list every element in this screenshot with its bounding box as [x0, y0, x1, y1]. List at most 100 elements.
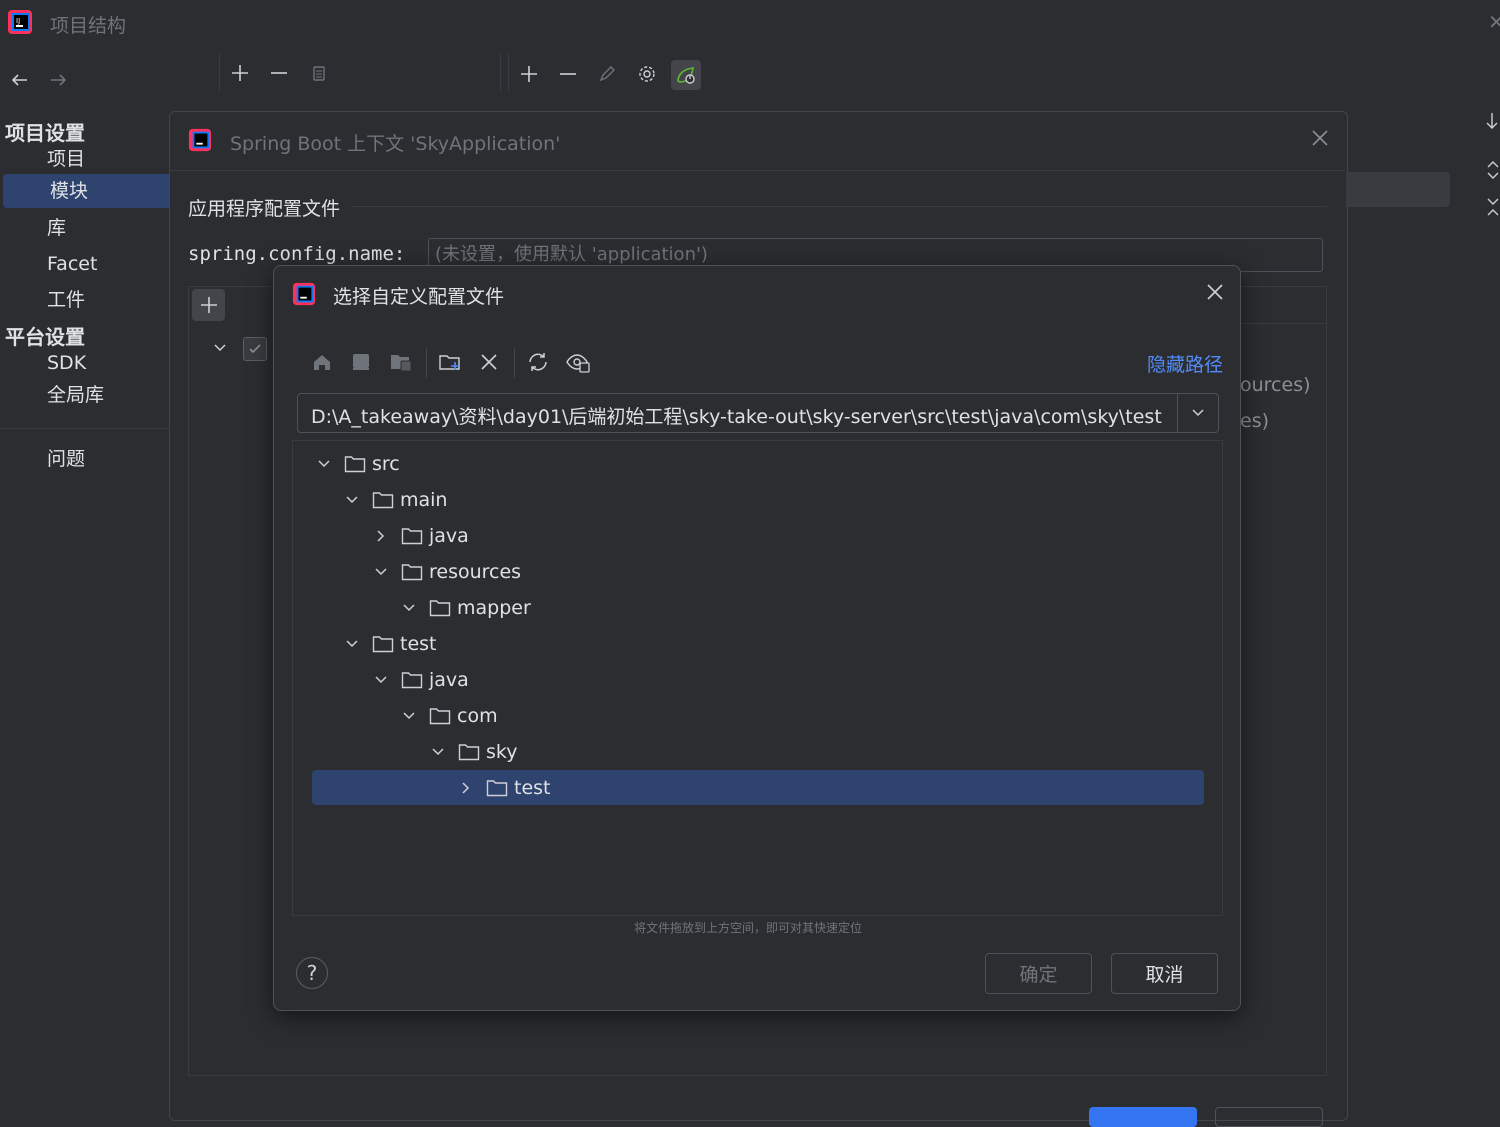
sidebar-item-project[interactable]: 项目	[0, 142, 170, 176]
background-text: ources)	[1240, 374, 1311, 396]
tree-node-test[interactable]: test	[344, 627, 437, 661]
toolbar-separator	[514, 348, 515, 378]
tree-node-label: java	[429, 525, 469, 547]
close-icon[interactable]	[1310, 128, 1330, 148]
sidebar-item-global-libraries[interactable]: 全局库	[0, 378, 170, 412]
chevron-right-icon[interactable]	[373, 528, 389, 544]
chevron-down-icon[interactable]	[430, 744, 446, 760]
title-bar	[0, 0, 1500, 54]
section-title: 应用程序配置文件	[188, 198, 341, 220]
sidebar-item-problems[interactable]: 问题	[0, 442, 170, 476]
chevron-down-icon[interactable]	[401, 600, 417, 616]
add-icon[interactable]	[515, 60, 543, 88]
path-divider	[1177, 394, 1178, 432]
help-button[interactable]: ?	[296, 957, 328, 989]
toolbar-separator	[426, 348, 427, 378]
tree-node-label: com	[457, 705, 498, 727]
cancel-button[interactable]	[1215, 1107, 1323, 1127]
tree-node-label: src	[372, 453, 400, 475]
forward-arrow-icon[interactable]	[48, 70, 68, 90]
intellij-logo-icon	[292, 282, 316, 306]
chevron-down-icon[interactable]	[212, 340, 228, 356]
tree-node-test-selected[interactable]: test	[458, 771, 551, 805]
chevron-down-icon[interactable]	[373, 672, 389, 688]
tree-node-label: java	[429, 669, 469, 691]
chevron-down-icon[interactable]	[316, 456, 332, 472]
delete-icon[interactable]	[478, 351, 500, 373]
ok-button[interactable]	[1089, 1107, 1197, 1127]
folder-icon	[401, 527, 423, 545]
cancel-button[interactable]: 取消	[1111, 953, 1218, 994]
tree-node-com[interactable]: com	[401, 699, 498, 733]
desktop-icon[interactable]	[350, 351, 372, 373]
sort-icon[interactable]	[1484, 111, 1500, 131]
background-selected-row	[1346, 172, 1450, 207]
add-icon[interactable]	[226, 59, 254, 87]
tree-node-label: main	[400, 489, 448, 511]
tree-node-main[interactable]: main	[344, 483, 447, 517]
intellij-logo-icon	[188, 128, 212, 152]
panel-divider	[1240, 323, 1327, 324]
refresh-icon[interactable]	[526, 351, 550, 373]
new-folder-icon[interactable]	[438, 351, 462, 373]
folder-icon	[458, 743, 480, 761]
sidebar-item-sdks[interactable]: SDK	[0, 346, 170, 380]
home-icon[interactable]	[311, 351, 333, 373]
config-name-label: spring.config.name:	[188, 243, 406, 265]
tree-node-label: resources	[429, 561, 522, 583]
window-close-icon[interactable]: ✕	[1488, 10, 1500, 34]
tree-node-sky[interactable]: sky	[430, 735, 517, 769]
folder-icon	[344, 455, 366, 473]
tree-node-label: test	[514, 777, 551, 799]
sidebar-item-artifacts[interactable]: 工件	[0, 283, 170, 317]
background-text: es)	[1240, 410, 1270, 432]
show-hidden-icon[interactable]	[565, 351, 591, 373]
spring-boot-icon[interactable]	[671, 60, 701, 90]
remove-icon[interactable]	[265, 59, 293, 87]
remove-icon[interactable]	[554, 60, 582, 88]
sidebar-item-facets[interactable]: Facet	[0, 247, 170, 281]
chevron-down-icon[interactable]	[373, 564, 389, 580]
file-chooser-title: 选择自定义配置文件	[333, 286, 505, 308]
chevron-down-icon[interactable]	[401, 708, 417, 724]
chevron-right-icon[interactable]	[458, 780, 474, 796]
back-arrow-icon[interactable]	[10, 70, 30, 90]
tree-selection-highlight	[312, 770, 1204, 805]
tree-node-src[interactable]: src	[316, 447, 400, 481]
expand-all-icon[interactable]	[1486, 159, 1500, 181]
close-icon[interactable]	[1205, 282, 1225, 302]
tree-node-java[interactable]: java	[373, 663, 469, 697]
project-folder-icon[interactable]	[389, 351, 413, 373]
intellij-logo-icon: IJ	[7, 9, 33, 35]
window-title: 项目结构	[50, 15, 127, 37]
dialog-divider	[170, 170, 1345, 171]
tree-node-resources[interactable]: resources	[373, 555, 521, 589]
tree-node-mapper[interactable]: mapper	[401, 591, 531, 625]
tree-node-label: sky	[486, 741, 518, 763]
collapse-all-icon[interactable]	[1486, 196, 1500, 218]
hide-path-link[interactable]: 隐藏路径	[1147, 350, 1223, 377]
folder-icon	[429, 707, 451, 725]
folder-icon	[486, 779, 508, 797]
chevron-down-icon[interactable]	[344, 492, 360, 508]
edit-pencil-icon[interactable]	[593, 60, 621, 88]
path-input[interactable]: D:\A_takeaway\资料\day01\后端初始工程\sky-take-o…	[311, 402, 1162, 429]
drop-hint: 将文件拖放到上方空间，即可对其快速定位	[634, 921, 863, 935]
add-config-file-button[interactable]	[192, 289, 225, 321]
folder-icon	[429, 599, 451, 617]
sidebar-item-modules[interactable]: 模块	[3, 174, 170, 208]
tree-node-java[interactable]: java	[373, 519, 469, 553]
ok-button[interactable]: 确定	[985, 953, 1092, 994]
folder-icon	[401, 563, 423, 581]
folder-icon	[372, 491, 394, 509]
svg-text:IJ: IJ	[16, 17, 20, 25]
config-checkbox[interactable]	[243, 337, 267, 361]
chevron-down-icon[interactable]	[344, 636, 360, 652]
spring-dialog-title: Spring Boot 上下文 'SkyApplication'	[230, 133, 561, 155]
sidebar-item-libraries[interactable]: 库	[0, 211, 170, 245]
gear-icon[interactable]	[633, 60, 661, 88]
chevron-down-icon[interactable]	[1190, 405, 1206, 421]
folder-icon	[372, 635, 394, 653]
folder-icon	[401, 671, 423, 689]
copy-icon[interactable]	[305, 59, 333, 87]
